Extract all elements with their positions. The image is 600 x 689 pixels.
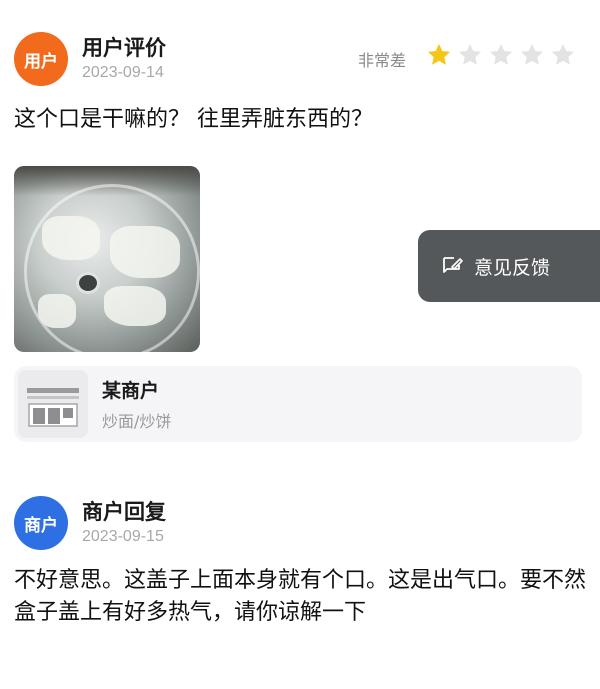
review-author-name: 用户评价 [82, 36, 166, 60]
star-rating [426, 42, 576, 68]
star-empty-icon [520, 43, 544, 65]
shop-category: 炒面/炒饼 [102, 412, 172, 431]
merchant-avatar: 商户 [14, 496, 68, 550]
shop-card[interactable]: 某商户 炒面/炒饼 [14, 366, 582, 442]
feedback-edit-icon [443, 257, 463, 273]
rating-label: 非常差 [358, 51, 407, 70]
review-photo[interactable] [14, 166, 200, 352]
reply-text: 不好意思。这盖子上面本身就有个口。这是出气口。要不然盒子盖上有好多热气，请你谅解… [14, 568, 587, 625]
star-filled-icon [427, 43, 451, 65]
storefront-icon [18, 370, 88, 438]
user-avatar: 用户 [14, 32, 68, 86]
reply-date: 2023-09-15 [82, 528, 164, 545]
star-empty-icon [489, 43, 513, 65]
shop-name: 某商户 [102, 380, 160, 402]
reply-author-name: 商户回复 [82, 500, 166, 524]
feedback-label: 意见反馈 [474, 256, 551, 279]
feedback-button[interactable]: 意见反馈 [418, 230, 600, 302]
review-date: 2023-09-14 [82, 64, 164, 81]
review-text: 这个口是干嘛的？ 往里弄脏东西的？ [14, 107, 373, 132]
star-empty-icon [458, 43, 482, 65]
star-empty-icon [551, 43, 575, 65]
